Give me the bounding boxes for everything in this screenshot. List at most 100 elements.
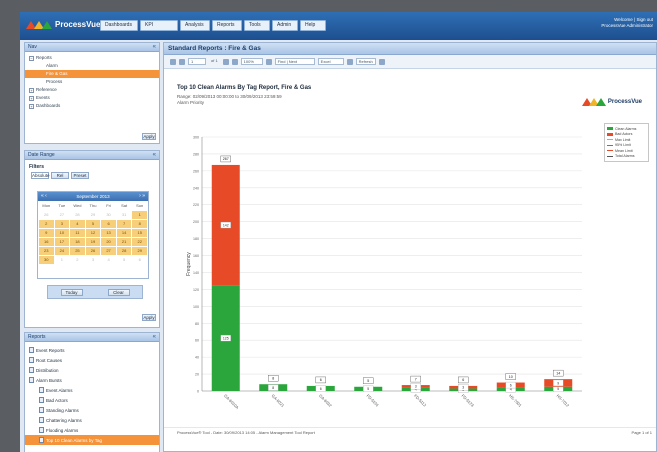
calendar-day[interactable]: 5 [117, 256, 132, 264]
calendar-day[interactable]: 10 [54, 229, 70, 237]
date-tab[interactable]: Preset [71, 172, 89, 179]
date-tab[interactable]: Absolute [31, 172, 50, 179]
calendar-day[interactable]: 26 [39, 211, 54, 219]
nav-item[interactable]: Fire & Gas [25, 70, 159, 78]
calendar-day[interactable]: 2 [39, 220, 54, 228]
page-info: Page 1 of 1 [631, 430, 652, 435]
page-number-input[interactable]: 1 [188, 58, 206, 65]
calendar-day[interactable]: 26 [85, 247, 101, 255]
find-input[interactable]: Find | Next [274, 58, 315, 65]
calendar-day[interactable]: 18 [70, 238, 85, 246]
clear-button[interactable]: Clear [107, 288, 130, 296]
export-format-select[interactable]: Excel [317, 58, 344, 65]
nav-item[interactable]: Process [25, 78, 159, 86]
collapse-icon[interactable]: « [153, 43, 156, 52]
calendar-day[interactable]: 22 [132, 238, 147, 246]
menu-item-admin[interactable]: Admin [272, 20, 298, 31]
report-item[interactable]: Top 10 Clean Alarms by Tag [25, 435, 159, 445]
report-item[interactable]: Root Causes [25, 355, 159, 365]
reports-panel-header[interactable]: Reports « [25, 333, 159, 342]
calendar-day[interactable]: 3 [86, 256, 101, 264]
nav-item[interactable]: + Dashboards [25, 102, 159, 110]
calendar-day[interactable]: 24 [54, 247, 70, 255]
nav-item[interactable]: + Events [25, 94, 159, 102]
expand-icon[interactable]: + [29, 95, 34, 101]
calendar-day[interactable]: 12 [85, 229, 101, 237]
calendar-day[interactable]: 29 [86, 211, 101, 219]
expand-icon[interactable]: + [29, 103, 34, 109]
export-icon[interactable] [346, 58, 353, 65]
calendar-day[interactable]: 19 [85, 238, 101, 246]
calendar-day[interactable]: 2 [70, 256, 85, 264]
report-item[interactable]: Flooding Alarms [25, 425, 159, 435]
date-apply-button[interactable]: Apply [142, 314, 156, 321]
calendar-day[interactable]: 3 [54, 220, 70, 228]
calendar-day[interactable]: 27 [101, 247, 116, 255]
calendar-day[interactable]: 28 [70, 211, 85, 219]
nav-item[interactable]: Alarm [25, 62, 159, 70]
legend-swatch [607, 132, 613, 136]
calendar-day[interactable]: 1 [55, 256, 70, 264]
today-button[interactable]: Today [60, 288, 83, 296]
zoom-select[interactable]: 100% [240, 58, 263, 65]
calendar-day[interactable]: 16 [39, 238, 54, 246]
calendar-day[interactable]: 1 [132, 211, 147, 219]
calendar-day[interactable]: 8 [132, 220, 147, 228]
date-panel-header[interactable]: Date Range « [25, 151, 159, 160]
collapse-icon[interactable]: « [153, 151, 156, 160]
calendar-day[interactable]: 9 [39, 229, 54, 237]
menu-item-dashboards[interactable]: Dashboards [100, 20, 138, 31]
calendar-day[interactable]: 6 [132, 256, 147, 264]
menu-item-kpi[interactable]: KPI [140, 20, 178, 31]
calendar-day[interactable]: 14 [116, 229, 132, 237]
calendar-day[interactable]: 30 [39, 256, 54, 264]
x-tick-label: HS-7012 [556, 393, 571, 408]
calendar-day[interactable]: 30 [101, 211, 116, 219]
report-item[interactable]: Event Reports [25, 345, 159, 355]
next-month-icon[interactable]: › » [139, 192, 145, 201]
calendar-day[interactable]: 6 [101, 220, 116, 228]
calendar-day[interactable]: 29 [132, 247, 147, 255]
calendar-day[interactable]: 4 [101, 256, 116, 264]
collapse-icon[interactable]: − [29, 55, 34, 61]
menu-item-analysis[interactable]: Analysis [180, 20, 210, 31]
calendar-day[interactable]: 5 [85, 220, 101, 228]
menu-item-tools[interactable]: Tools [244, 20, 270, 31]
first-page-icon[interactable] [170, 58, 176, 65]
report-item[interactable]: Alarm Bursts [25, 375, 159, 385]
calendar-day[interactable]: 28 [116, 247, 132, 255]
report-item[interactable]: Bad Actors [25, 395, 159, 405]
collapse-icon[interactable]: « [153, 333, 156, 342]
calendar-day[interactable]: 20 [101, 238, 116, 246]
report-item[interactable]: Distribution [25, 365, 159, 375]
calendar-day[interactable]: 25 [70, 247, 85, 255]
calendar-day[interactable]: 13 [101, 229, 116, 237]
calendar-day[interactable]: 7 [116, 220, 132, 228]
calendar-day[interactable]: 27 [55, 211, 70, 219]
print-icon[interactable] [378, 58, 385, 65]
calendar-day[interactable]: 15 [132, 229, 147, 237]
calendar-day[interactable]: 23 [39, 247, 54, 255]
calendar-day[interactable]: 31 [117, 211, 132, 219]
calendar-day[interactable]: 21 [116, 238, 132, 246]
nav-apply-button[interactable]: Apply [142, 133, 156, 140]
calendar-day[interactable]: 4 [70, 220, 85, 228]
report-item[interactable]: Standing Alarms [25, 405, 159, 415]
date-tab[interactable]: Rel [51, 172, 69, 179]
refresh-button[interactable]: Refresh [355, 58, 376, 65]
prev-month-icon[interactable]: « ‹ [41, 192, 47, 201]
next-page-icon[interactable] [222, 58, 229, 65]
last-page-icon[interactable] [231, 58, 238, 65]
expand-icon[interactable]: + [29, 87, 34, 93]
menu-item-help[interactable]: Help [300, 20, 326, 31]
calendar-day[interactable]: 11 [70, 229, 85, 237]
nav-panel-header[interactable]: Nav « [25, 43, 159, 52]
nav-item[interactable]: − Reports [25, 54, 159, 62]
calendar-day[interactable]: 17 [54, 238, 70, 246]
nav-item[interactable]: + Reference [25, 86, 159, 94]
menu-item-reports[interactable]: Reports [212, 20, 242, 31]
prev-page-icon[interactable] [179, 58, 185, 65]
report-item[interactable]: Event Alarms [25, 385, 159, 395]
report-item[interactable]: Chattering Alarms [25, 415, 159, 425]
back-icon[interactable] [265, 58, 272, 65]
